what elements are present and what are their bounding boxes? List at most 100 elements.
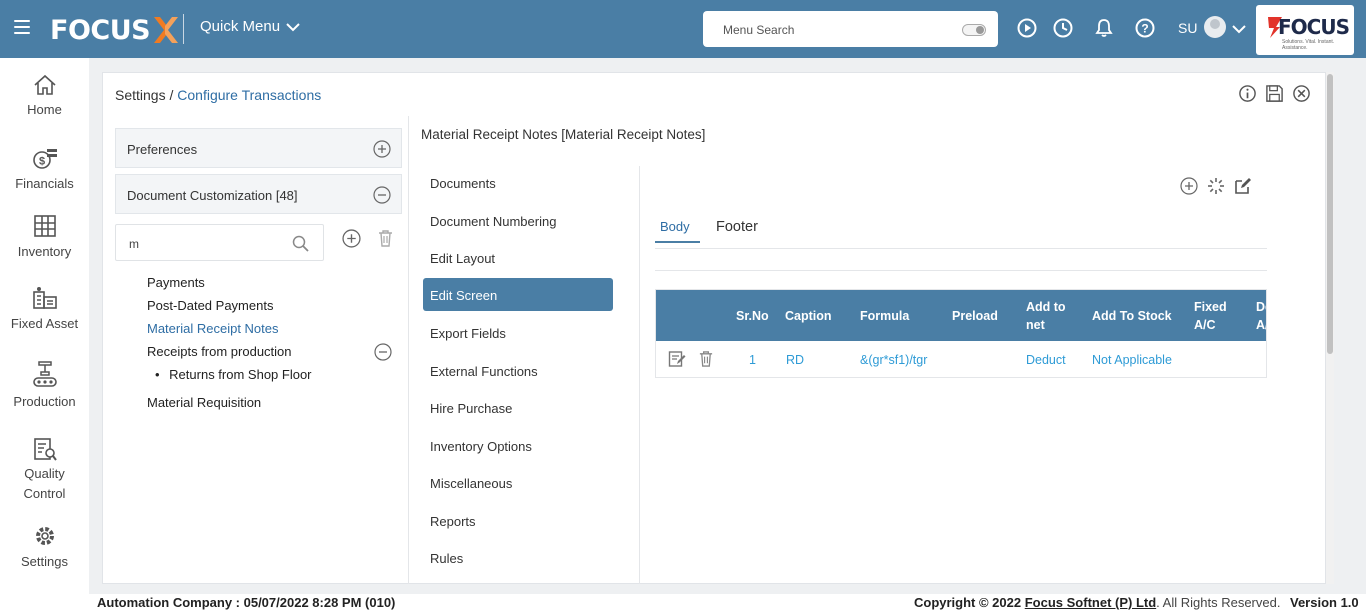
fixed-asset-icon <box>32 287 57 309</box>
menu-icon[interactable] <box>14 20 30 34</box>
document-customization-accordion[interactable]: Document Customization [48] <box>115 174 402 214</box>
brand-logo: FOCUS Solutions. Vital. Instant. Assista… <box>1256 5 1354 55</box>
edit-row-icon[interactable] <box>668 350 686 368</box>
sidebar-item-financials[interactable]: $ Financials <box>0 146 89 191</box>
breadcrumb-current[interactable]: Configure Transactions <box>177 87 321 103</box>
menu-item-reports[interactable]: Reports <box>423 504 613 537</box>
tree-item-payments[interactable]: Payments <box>147 275 205 290</box>
menu-item-external-functions[interactable]: External Functions <box>423 354 613 387</box>
sidebar: Home $ Financials Inventory Fixed Asset … <box>0 58 89 612</box>
svg-text:?: ? <box>1141 22 1148 36</box>
col-de-ac[interactable]: De A/ <box>1256 298 1266 334</box>
document-filter-input[interactable]: m <box>115 224 324 261</box>
inventory-icon <box>33 215 56 237</box>
vertical-scrollbar[interactable] <box>1326 72 1334 584</box>
menu-item-edit-layout[interactable]: Edit Layout <box>423 241 613 274</box>
tree-item-post-dated-payments[interactable]: Post-Dated Payments <box>147 298 273 313</box>
tab-body[interactable]: Body <box>660 219 690 234</box>
sidebar-item-quality-control[interactable]: Quality Control <box>0 436 89 504</box>
cell-add-to-net[interactable]: Deduct <box>1026 353 1066 367</box>
sidebar-item-settings[interactable]: Settings <box>0 524 89 569</box>
col-fixed-ac[interactable]: Fixed A/C <box>1194 298 1234 334</box>
menu-item-rules[interactable]: Rules <box>423 541 613 574</box>
col-formula[interactable]: Formula <box>860 307 909 325</box>
sidebar-item-home[interactable]: Home <box>0 74 89 117</box>
play-icon[interactable] <box>1017 18 1037 38</box>
cell-formula[interactable]: &(gr*sf1)/tgr <box>860 353 927 367</box>
breadcrumb-settings[interactable]: Settings / <box>115 87 173 103</box>
delete-row-icon[interactable] <box>698 350 714 367</box>
column-divider <box>408 116 409 584</box>
sidebar-item-production[interactable]: Production <box>0 360 89 409</box>
fields-grid: Sr.No Caption Formula Preload Add to net… <box>655 289 1267 378</box>
menu-search-input[interactable]: Menu Search <box>703 11 998 47</box>
save-icon[interactable] <box>1265 84 1284 103</box>
menu-item-document-numbering[interactable]: Document Numbering <box>423 204 613 237</box>
settings-icon <box>35 527 54 545</box>
col-preload[interactable]: Preload <box>952 307 998 325</box>
help-icon[interactable]: ? <box>1135 18 1155 38</box>
tabs-divider <box>655 248 1267 249</box>
cell-caption[interactable]: RD <box>786 353 804 367</box>
search-icon[interactable] <box>292 235 309 252</box>
tree-item-receipts-from-production[interactable]: Receipts from production <box>147 344 292 359</box>
menu-item-export-fields[interactable]: Export Fields <box>423 316 613 349</box>
edit-icon[interactable] <box>1234 177 1252 195</box>
col-sr-no[interactable]: Sr.No <box>736 307 769 325</box>
menu-item-miscellaneous[interactable]: Miscellaneous <box>423 466 613 499</box>
logo-x-icon <box>154 17 179 43</box>
add-document-icon[interactable] <box>342 229 361 248</box>
user-initials[interactable]: SU <box>1178 20 1197 36</box>
production-icon <box>32 361 57 387</box>
tree-item-material-receipt-notes[interactable]: Material Receipt Notes <box>147 321 279 336</box>
status-footer: Automation Company : 05/07/2022 8:28 PM … <box>0 594 1366 612</box>
svg-text:$: $ <box>38 156 44 168</box>
chevron-down-icon[interactable] <box>1232 24 1246 34</box>
col-add-to-net[interactable]: Add to net <box>1026 298 1076 334</box>
expand-icon[interactable] <box>373 140 391 158</box>
cell-add-to-stock[interactable]: Not Applicable <box>1092 353 1172 367</box>
grid-actions <box>1180 177 1252 195</box>
company-link[interactable]: Focus Softnet (P) Ltd <box>1025 595 1156 610</box>
bell-icon[interactable] <box>1094 18 1114 38</box>
sidebar-item-inventory[interactable]: Inventory <box>0 214 89 259</box>
add-icon[interactable] <box>1180 177 1198 195</box>
financials-icon: $ <box>32 149 57 169</box>
section-divider <box>655 270 1267 271</box>
cell-sr-no: 1 <box>749 353 756 367</box>
preferences-accordion[interactable]: Preferences <box>115 128 402 168</box>
info-icon[interactable] <box>1238 84 1257 103</box>
tab-footer[interactable]: Footer <box>716 219 758 235</box>
version: Version 1.0 <box>1290 595 1359 610</box>
active-tab-indicator <box>655 241 700 243</box>
app-logo[interactable]: FOCUS <box>50 13 180 47</box>
column-divider <box>639 166 640 584</box>
menu-item-hire-purchase[interactable]: Hire Purchase <box>423 391 613 424</box>
top-bar: FOCUS Quick Menu Menu Search ? SU FOCUS … <box>0 0 1366 58</box>
menu-item-inventory-options[interactable]: Inventory Options <box>423 429 613 462</box>
search-toggle[interactable] <box>962 24 986 36</box>
home-icon <box>33 74 56 95</box>
quick-menu-button[interactable]: Quick Menu <box>200 18 300 35</box>
close-icon[interactable] <box>1292 84 1311 103</box>
document-title: Material Receipt Notes [Material Receipt… <box>421 127 706 142</box>
menu-item-documents[interactable]: Documents <box>423 166 613 199</box>
col-caption[interactable]: Caption <box>785 307 832 325</box>
collapse-icon[interactable] <box>374 343 392 361</box>
avatar[interactable] <box>1204 16 1226 38</box>
loading-icon[interactable] <box>1207 177 1225 195</box>
breadcrumb: Settings / Configure Transactions <box>115 87 321 103</box>
table-row[interactable]: 1 RD &(gr*sf1)/tgr Deduct Not Applicable <box>656 341 1266 377</box>
delete-icon[interactable] <box>377 229 394 247</box>
sidebar-item-fixed-asset[interactable]: Fixed Asset <box>0 286 89 331</box>
company-date-status: Automation Company : 05/07/2022 8:28 PM … <box>97 595 396 610</box>
quality-control-icon <box>33 438 57 461</box>
tree-item-material-requisition[interactable]: Material Requisition <box>147 395 261 410</box>
copyright: Copyright © 2022 Focus Softnet (P) Ltd. … <box>914 595 1281 610</box>
collapse-icon[interactable] <box>373 186 391 204</box>
menu-item-edit-screen[interactable]: Edit Screen <box>423 278 613 311</box>
tree-item-returns-from-shop-floor[interactable]: • Returns from Shop Floor <box>155 367 312 382</box>
clock-icon[interactable] <box>1053 18 1073 38</box>
col-add-to-stock[interactable]: Add To Stock <box>1092 307 1172 325</box>
header-actions <box>1238 84 1311 103</box>
